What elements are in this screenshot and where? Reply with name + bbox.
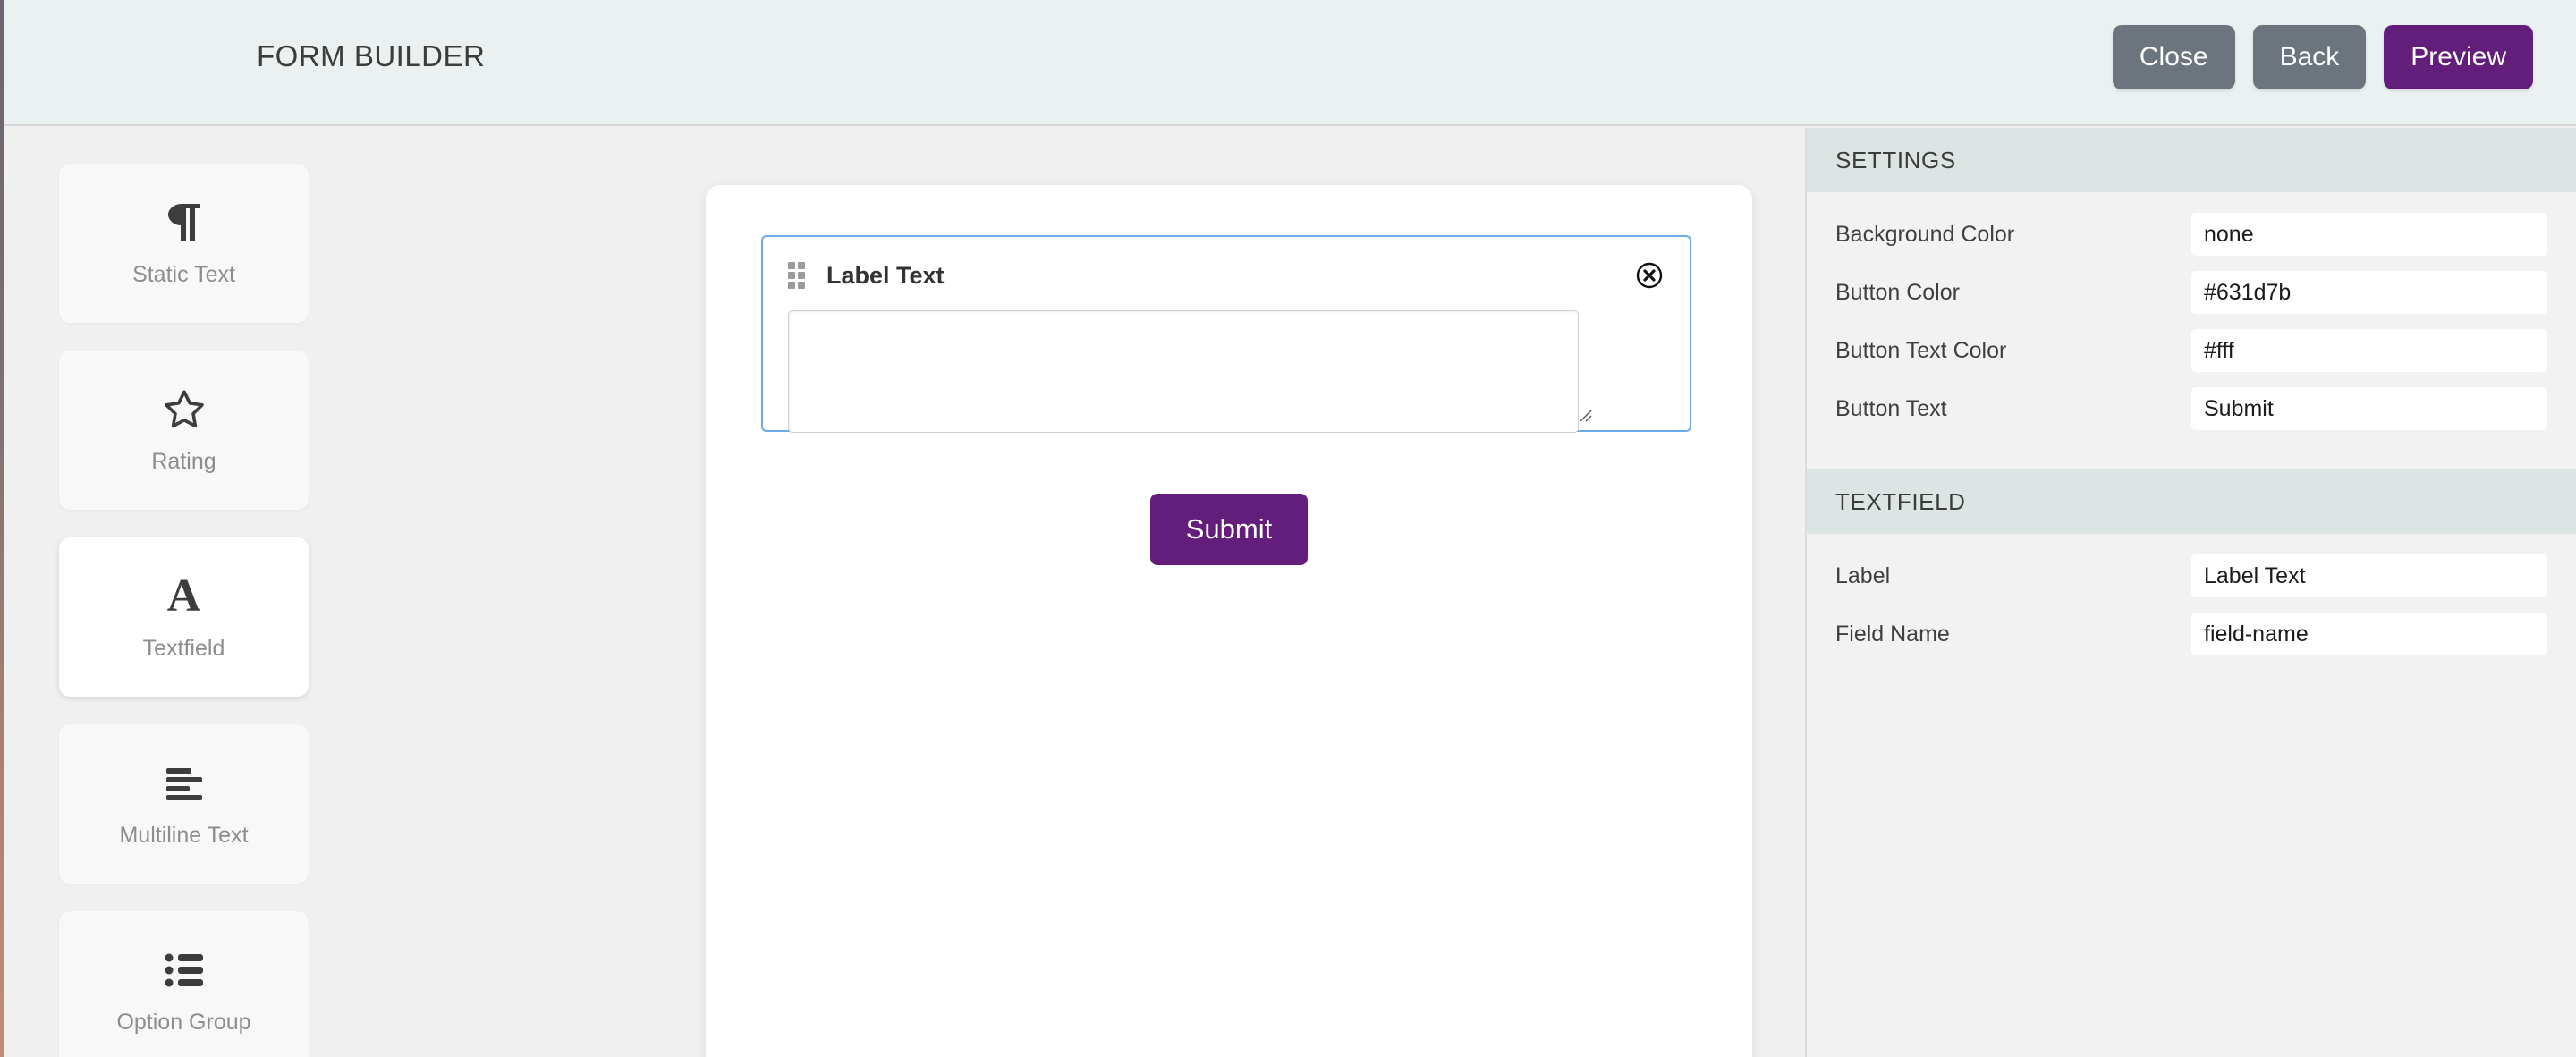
setting-row-label: Label <box>1807 554 2576 597</box>
setting-label: Button Color <box>1835 279 1960 305</box>
drag-dots-icon[interactable] <box>788 262 808 289</box>
palette-item-multiline-text[interactable]: Multiline Text <box>59 724 309 884</box>
palette-item-label: Option Group <box>116 1009 251 1035</box>
background-color-input[interactable] <box>2191 213 2547 256</box>
palette-grid: Static Text Rating A Textfield Multiline… <box>59 164 585 1057</box>
palette-item-textfield[interactable]: A Textfield <box>59 537 309 697</box>
settings-panel: SETTINGS Background Color Button Color B… <box>1805 128 2576 1057</box>
form-canvas-area: Label Text Submit <box>608 128 1805 1057</box>
setting-label: Label <box>1835 562 1891 588</box>
setting-row-button-color: Button Color <box>1807 271 2576 314</box>
field-name-input[interactable] <box>2191 613 2547 655</box>
header-actions: Close Back Preview <box>2112 25 2533 89</box>
align-left-icon <box>165 760 204 807</box>
field-palette: Static Text Rating A Textfield Multiline… <box>4 128 608 1057</box>
settings-section-body: Background Color Button Color Button Tex… <box>1807 192 2576 469</box>
settings-section-title: SETTINGS <box>1807 128 2576 192</box>
setting-label: Button Text <box>1835 395 1947 421</box>
star-icon <box>163 386 206 433</box>
form-preview-card: Label Text Submit <box>706 185 1752 1057</box>
times-circle-icon[interactable] <box>1634 260 1665 291</box>
palette-item-label: Multiline Text <box>119 822 249 848</box>
textfield-section-title: TEXTFIELD <box>1807 469 2576 534</box>
left-edge-strip <box>0 0 4 1057</box>
setting-row-background-color: Background Color <box>1807 213 2576 256</box>
preview-button[interactable]: Preview <box>2384 25 2533 89</box>
setting-row-field-name: Field Name <box>1807 613 2576 655</box>
setting-row-button-text-color: Button Text Color <box>1807 329 2576 372</box>
textfield-section-body: Label Field Name <box>1807 534 2576 695</box>
letter-a-icon: A <box>166 570 201 622</box>
app-header: FORM BUILDER Close Back Preview <box>4 0 2576 126</box>
resize-grip-icon <box>1580 410 1592 422</box>
form-field-label: Label Text <box>826 261 945 289</box>
form-field-header: Label Text <box>788 260 1665 291</box>
button-text-color-input[interactable] <box>2191 329 2547 372</box>
palette-item-static-text[interactable]: Static Text <box>59 164 309 323</box>
setting-row-button-text: Button Text <box>1807 387 2576 430</box>
button-text-input[interactable] <box>2191 387 2547 430</box>
page-title: FORM BUILDER <box>257 39 486 72</box>
form-submit-button[interactable]: Submit <box>1149 494 1309 565</box>
palette-item-rating[interactable]: Rating <box>59 351 309 510</box>
form-field-textfield[interactable]: Label Text <box>761 235 1691 433</box>
palette-item-option-group[interactable]: Option Group <box>59 911 309 1057</box>
bullet-list-icon <box>165 947 204 994</box>
field-label-input[interactable] <box>2191 554 2547 597</box>
setting-label: Button Text Color <box>1835 337 2007 363</box>
pilcrow-icon <box>166 199 202 246</box>
form-builder-app: FORM BUILDER Close Back Preview Static T… <box>0 0 2576 1057</box>
setting-label: Field Name <box>1835 621 1950 647</box>
setting-label: Background Color <box>1835 221 2015 247</box>
form-submit-row: Submit <box>706 494 1752 565</box>
close-button[interactable]: Close <box>2112 25 2235 89</box>
form-field-input[interactable] <box>788 310 1579 433</box>
palette-item-label: Static Text <box>132 261 235 287</box>
button-color-input[interactable] <box>2191 271 2547 314</box>
back-button[interactable]: Back <box>2252 25 2367 89</box>
palette-item-label: Rating <box>151 448 216 474</box>
palette-item-label: Textfield <box>142 635 225 661</box>
